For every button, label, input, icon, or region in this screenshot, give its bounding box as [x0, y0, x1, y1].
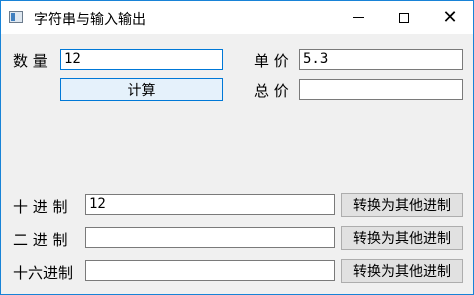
hex-convert-button[interactable]: 转换为其他进制	[341, 259, 463, 283]
decimal-label: 十 进 制	[13, 198, 68, 216]
close-icon: ✕	[442, 6, 458, 28]
minimize-icon	[352, 17, 364, 18]
quantity-label: 数 量	[13, 52, 48, 70]
main-window: 字符串与输入输出 ✕ 数 量 12 单 价 5.3 计算 总 价 十 进 制 1…	[0, 0, 474, 295]
title-bar[interactable]: 字符串与输入输出 ✕	[1, 1, 473, 34]
binary-label: 二 进 制	[13, 231, 68, 249]
total-price-label: 总 价	[254, 82, 289, 100]
binary-convert-button[interactable]: 转换为其他进制	[341, 226, 463, 250]
binary-input[interactable]	[85, 227, 335, 248]
quantity-input[interactable]: 12	[60, 49, 223, 70]
total-price-input[interactable]	[299, 79, 463, 100]
maximize-icon	[399, 12, 409, 23]
window-title: 字符串与输入输出	[34, 12, 146, 28]
minimize-button[interactable]	[335, 1, 381, 34]
close-button[interactable]: ✕	[427, 1, 473, 34]
app-window-icon	[9, 11, 23, 23]
unit-price-input[interactable]: 5.3	[299, 49, 463, 70]
hex-input[interactable]	[85, 260, 335, 281]
unit-price-label: 单 价	[254, 52, 289, 70]
maximize-button[interactable]	[381, 1, 427, 34]
hex-label: 十六进制	[13, 264, 74, 282]
calculate-button[interactable]: 计算	[60, 78, 223, 101]
decimal-input[interactable]: 12	[85, 194, 335, 215]
decimal-convert-button[interactable]: 转换为其他进制	[341, 193, 463, 217]
